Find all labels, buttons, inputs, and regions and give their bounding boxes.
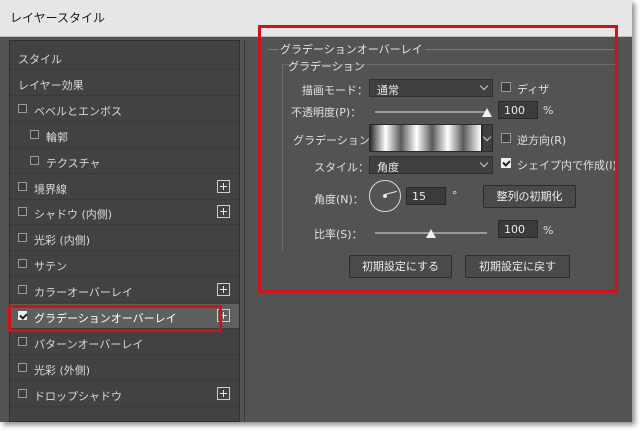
add-effect-icon[interactable] <box>217 283 230 296</box>
add-effect-icon[interactable] <box>217 180 230 193</box>
sidebar-item[interactable]: 光彩 (内側) <box>10 226 239 251</box>
dialog-title: レイヤースタイル <box>10 11 106 25</box>
sidebar-item[interactable]: ベベルとエンボス <box>10 97 239 122</box>
style-list-sidebar: スタイルレイヤー効果ベベルとエンボス輪郭テクスチャ境界線シャドウ (内側) 光彩 … <box>9 40 240 422</box>
sidebar-item-checkbox[interactable] <box>30 156 39 165</box>
add-effect-icon[interactable] <box>217 387 230 400</box>
sidebar-item-label: スタイル <box>18 53 62 66</box>
sidebar-item-label: シャドウ (内側) <box>34 208 113 221</box>
sidebar-item-label: 輪郭 <box>46 131 68 144</box>
sidebar-item[interactable]: レイヤー効果 <box>10 71 239 96</box>
sidebar-item[interactable]: シャドウ (内側) <box>10 200 239 225</box>
sidebar-item[interactable]: パターンオーバーレイ <box>10 330 239 355</box>
sidebar-item[interactable]: 光彩 (外側) <box>10 356 239 381</box>
sidebar-item-label: パターンオーバーレイ <box>34 338 144 351</box>
highlight-box <box>258 25 618 293</box>
sidebar-item-checkbox[interactable] <box>18 389 27 398</box>
sidebar-item[interactable]: テクスチャ <box>10 149 239 174</box>
sidebar-item-checkbox[interactable] <box>18 259 27 268</box>
sidebar-item-label: ドロップシャドウ <box>34 390 122 403</box>
sidebar-item-checkbox[interactable] <box>18 337 27 346</box>
sidebar-item-checkbox[interactable] <box>18 233 27 242</box>
selected-item-highlight <box>8 305 222 332</box>
sidebar-divider <box>244 40 245 422</box>
sidebar-item[interactable]: 輪郭 <box>10 123 239 148</box>
sidebar-item[interactable]: 境界線 <box>10 175 239 200</box>
sidebar-item[interactable]: カラーオーバーレイ <box>10 278 239 303</box>
sidebar-item-label: ベベルとエンボス <box>34 105 122 118</box>
sidebar-item-label: 光彩 (外側) <box>34 364 91 377</box>
sidebar-item-checkbox[interactable] <box>18 285 27 294</box>
sidebar-item-label: サテン <box>34 260 67 273</box>
sidebar-item-checkbox[interactable] <box>30 130 39 139</box>
sidebar-item-label: 光彩 (内側) <box>34 234 91 247</box>
sidebar-item-checkbox[interactable] <box>18 207 27 216</box>
sidebar-item-label: 境界線 <box>34 183 67 196</box>
sidebar-item-checkbox[interactable] <box>18 104 27 113</box>
layer-style-dialog: レイヤースタイル スタイルレイヤー効果ベベルとエンボス輪郭テクスチャ境界線シャド… <box>0 0 632 422</box>
add-effect-icon[interactable] <box>217 205 230 218</box>
sidebar-item-label: レイヤー効果 <box>18 79 84 92</box>
sidebar-item-label: テクスチャ <box>46 157 101 170</box>
sidebar-item[interactable]: ドロップシャドウ <box>10 382 239 407</box>
sidebar-item-label: カラーオーバーレイ <box>34 286 133 299</box>
sidebar-item[interactable]: スタイル <box>10 45 239 70</box>
sidebar-item-checkbox[interactable] <box>18 182 27 191</box>
sidebar-item[interactable]: サテン <box>10 252 239 277</box>
sidebar-item-checkbox[interactable] <box>18 363 27 372</box>
